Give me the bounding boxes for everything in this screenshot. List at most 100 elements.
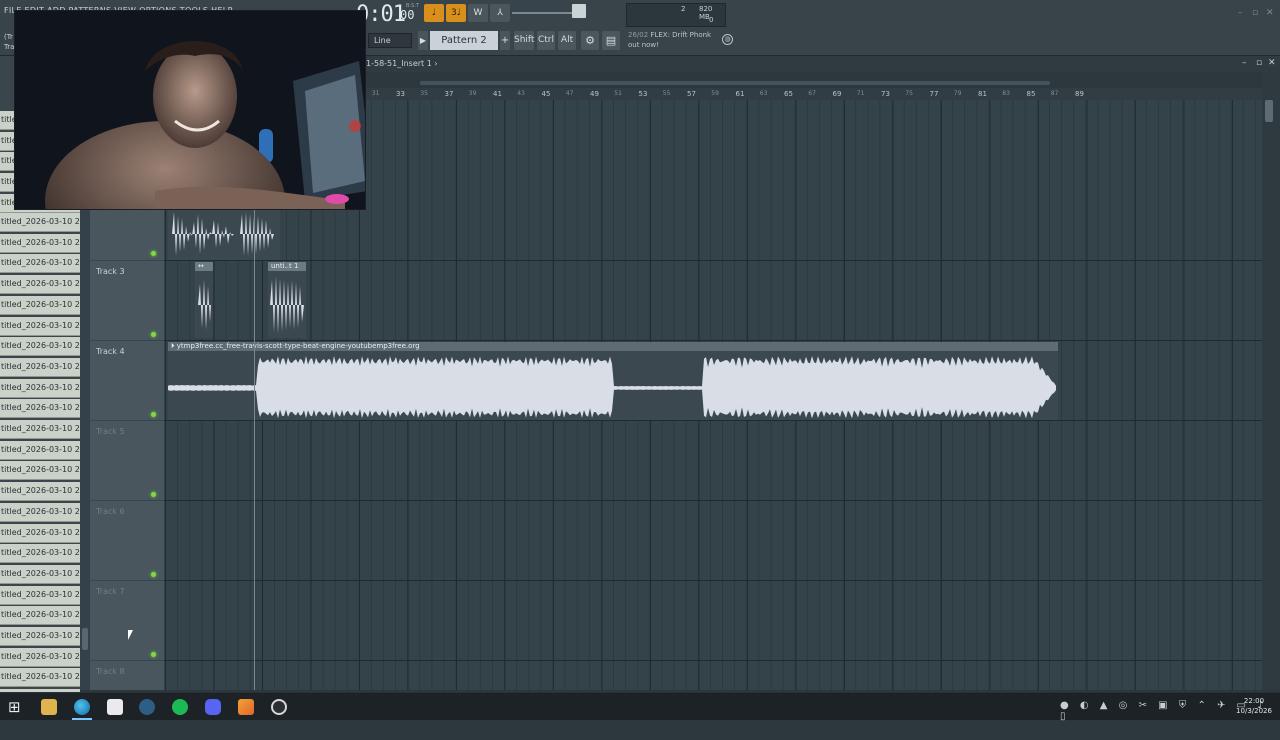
pattern-name[interactable]: Pattern 2 xyxy=(430,31,498,50)
track-active-led[interactable] xyxy=(151,572,156,577)
track3-clip-b[interactable]: unti..t 1 xyxy=(268,262,306,338)
fl-studio-icon[interactable] xyxy=(238,699,254,715)
browser-file-item[interactable]: titled_2026-03-10 21- xyxy=(0,544,80,564)
track-name[interactable]: Track 6 xyxy=(96,507,125,516)
track-header[interactable]: Track 3 xyxy=(90,260,164,340)
taskbar-clock[interactable]: 22:00 10/3/2026 xyxy=(1234,696,1274,716)
browser-file-item[interactable]: titled_2026-03-10 21- xyxy=(0,668,80,688)
master-pitch-knob[interactable] xyxy=(572,4,586,18)
cpu-memory-monitor: 2 820 MB 0 xyxy=(626,3,726,27)
bar-number: 49 xyxy=(590,90,599,98)
browser-file-item[interactable]: titled_2026-03-10 21- xyxy=(0,440,80,460)
bar-number: 35 xyxy=(420,90,428,97)
track-header[interactable]: Track 7 xyxy=(90,580,164,660)
bar-number: 81 xyxy=(978,90,987,98)
track-name[interactable]: Track 7 xyxy=(96,587,125,596)
track-divider xyxy=(164,580,1262,581)
playlist-maximize-button[interactable]: ▫ xyxy=(1256,58,1262,68)
clock-time: 22:00 xyxy=(1243,697,1265,705)
metronome-button[interactable]: ♩ xyxy=(424,4,444,22)
ctrl-key-button[interactable]: Ctrl xyxy=(537,31,555,50)
track-header[interactable]: Track 5 xyxy=(90,420,164,500)
track-active-led[interactable] xyxy=(151,652,156,657)
browser-file-item[interactable]: titled_2026-03-10 21- xyxy=(0,295,80,315)
track-name[interactable]: Track 4 xyxy=(96,347,125,356)
track2-audio-clip[interactable] xyxy=(168,208,280,260)
pattern-play-icon[interactable]: ▶ xyxy=(418,31,428,50)
track-active-led[interactable] xyxy=(151,412,156,417)
browser-file-item[interactable]: titled_2026-03-10 21- xyxy=(0,275,80,295)
browser-file-item[interactable]: titled_2026-03-10 21- xyxy=(0,233,80,253)
news-subline: out now! xyxy=(628,41,659,49)
browser-file-item[interactable]: titled_2026-03-10 21- xyxy=(0,254,80,274)
browser-file-item[interactable]: titled_2026-03-10 21- xyxy=(0,420,80,439)
browser-file-item[interactable]: titled_2026-03-10 21- xyxy=(0,523,80,543)
playlist-title-text: 1-58-51_Insert 1 xyxy=(366,59,432,68)
snap-selector[interactable]: Line xyxy=(368,33,412,48)
globe-icon[interactable]: ◍ xyxy=(722,34,733,45)
microsoft-store-icon[interactable] xyxy=(107,699,123,715)
discord-icon[interactable] xyxy=(205,699,221,715)
vertical-scrollbar-thumb[interactable] xyxy=(1265,100,1273,122)
news-panel[interactable]: 26/02 FLEX: Drift Phonk out now! xyxy=(628,30,711,50)
app-minimize-button[interactable]: – xyxy=(1238,8,1243,18)
browser-file-item[interactable]: titled_2026-03-10 21- xyxy=(0,399,80,419)
pattern-selector[interactable]: ▶ Pattern 2 + xyxy=(418,31,510,50)
clip-header[interactable]: ↔ xyxy=(195,262,213,271)
bar-number: 43 xyxy=(517,90,525,97)
steam-icon[interactable] xyxy=(139,699,155,715)
browser-file-item[interactable]: titled_2026-03-10 21- xyxy=(0,337,80,357)
countdown-button[interactable]: 3♩ xyxy=(446,4,466,22)
windows-start-icon[interactable]: ⊞ xyxy=(8,699,24,715)
track3-clip-a[interactable]: ↔ xyxy=(195,262,213,338)
browser-file-item[interactable]: titled_2026-03-10 21- xyxy=(0,378,80,398)
wait-for-input-button[interactable]: W xyxy=(468,4,488,22)
browser-file-item[interactable]: titled_2026-03-10 21- xyxy=(0,213,80,232)
playlist-minimize-button[interactable]: – xyxy=(1242,58,1247,68)
webcam-video xyxy=(15,11,365,209)
browser-file-item[interactable]: titled_2026-03-10 21- xyxy=(0,627,80,646)
file-explorer-icon[interactable] xyxy=(41,699,57,715)
browser-file-item[interactable]: titled_2026-03-10 21- xyxy=(0,564,80,584)
spotify-icon[interactable] xyxy=(172,699,188,715)
edge-browser-icon[interactable] xyxy=(74,699,90,715)
browser-file-item[interactable]: titled_2026-03-10 21- xyxy=(0,502,80,522)
app-close-button[interactable]: ✕ xyxy=(1266,8,1274,18)
track-active-led[interactable] xyxy=(151,492,156,497)
browser-file-item[interactable]: titled_2026-03-10 21- xyxy=(0,316,80,336)
plugin-picker-icon[interactable]: ⚙ xyxy=(581,31,599,50)
playlist-horizontal-scrollbar[interactable] xyxy=(420,81,1050,85)
obs-icon[interactable] xyxy=(271,699,287,715)
add-pattern-button[interactable]: + xyxy=(500,31,510,50)
playlist-close-button[interactable]: ✕ xyxy=(1268,58,1276,68)
track-header[interactable]: Track 6 xyxy=(90,500,164,580)
track-name[interactable]: Track 3 xyxy=(96,267,125,276)
clip-header[interactable]: unti..t 1 xyxy=(268,262,306,271)
shift-key-button[interactable]: Shift xyxy=(514,31,534,50)
step-edit-button[interactable]: ⅄ xyxy=(490,4,510,22)
browser-file-item[interactable]: titled_2026-03-10 21- xyxy=(0,647,80,667)
app-maximize-button[interactable]: ▫ xyxy=(1252,8,1258,18)
mouse-cursor-icon xyxy=(128,630,133,640)
shop-cart-icon[interactable]: ▤ xyxy=(602,31,620,50)
track-name[interactable]: Track 5 xyxy=(96,427,125,436)
browser-file-item[interactable]: titled_2026-03-10 21- xyxy=(0,461,80,481)
waveform-shape xyxy=(168,356,1056,419)
bar-number: 89 xyxy=(1075,90,1084,98)
bar-number: 85 xyxy=(1026,90,1036,98)
track-active-led[interactable] xyxy=(151,332,156,337)
track4-audio-clip[interactable]: ⏵ ytmp3free.cc_free-travis-scott-type-be… xyxy=(168,342,1058,420)
browser-file-item[interactable]: titled_2026-03-10 21- xyxy=(0,357,80,377)
playlist-vertical-scrollbar[interactable] xyxy=(1262,72,1280,690)
track-name[interactable]: Track 8 xyxy=(96,667,125,676)
browser-file-item[interactable]: titled_2026-03-10 21- xyxy=(0,482,80,502)
bar-number: 57 xyxy=(687,90,696,98)
track-active-led[interactable] xyxy=(151,251,156,256)
clip-header[interactable]: ⏵ ytmp3free.cc_free-travis-scott-type-be… xyxy=(168,342,1058,351)
alt-key-button[interactable]: Alt xyxy=(558,31,576,50)
browser-scrollbar-thumb[interactable] xyxy=(82,628,88,650)
track-header[interactable]: Track 4 xyxy=(90,340,164,420)
master-volume-slider[interactable] xyxy=(512,12,572,14)
browser-file-item[interactable]: titled_2026-03-10 21- xyxy=(0,585,80,605)
browser-file-item[interactable]: titled_2026-03-10 21- xyxy=(0,606,80,626)
